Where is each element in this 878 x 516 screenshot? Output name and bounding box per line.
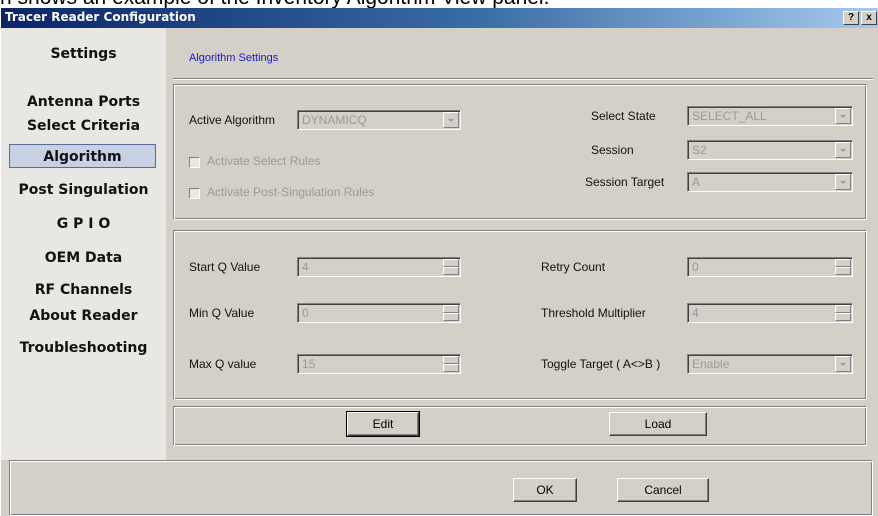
sidebar-item-oem-data[interactable]: OEM Data — [1, 246, 166, 270]
activate-post-singulation-rules-label: Activate Post-Singulation Rules — [207, 185, 375, 199]
retry-count-label: Retry Count — [541, 260, 606, 274]
footer-bar — [9, 460, 873, 516]
sidebar-item-algorithm[interactable]: Algorithm — [9, 144, 156, 168]
spinner-up-icon[interactable] — [443, 305, 459, 313]
sidebar-nav: Settings Antenna Ports Select Criteria A… — [1, 28, 166, 460]
start-q-label: Start Q Value — [189, 260, 261, 274]
window-title: Tracer Reader Configuration — [5, 10, 196, 24]
max-q-spinner[interactable]: 15 — [297, 354, 461, 374]
algorithm-settings-link[interactable]: Algorithm Settings — [189, 52, 278, 64]
spinner-down-icon[interactable] — [443, 267, 459, 275]
title-bar: Tracer Reader Configuration ? x — [1, 8, 878, 28]
chevron-down-icon[interactable] — [835, 174, 851, 190]
sidebar-item-settings[interactable]: Settings — [1, 42, 166, 66]
ok-button[interactable]: OK — [513, 478, 577, 502]
session-select[interactable]: S2 — [687, 140, 853, 160]
spinner-up-icon[interactable] — [443, 356, 459, 364]
active-algorithm-value: DYNAMICQ — [302, 113, 367, 127]
session-label: Session — [591, 143, 634, 157]
spinner-down-icon[interactable] — [443, 313, 459, 321]
document-caption: n shows an example of the Inventory Algo… — [0, 0, 878, 8]
min-q-value: 0 — [302, 306, 309, 320]
toggle-target-label: Toggle Target ( A<>B ) — [541, 357, 661, 371]
start-q-value: 4 — [302, 260, 309, 274]
actions-group — [173, 406, 867, 446]
threshold-multiplier-value: 4 — [692, 306, 699, 320]
retry-count-value: 0 — [692, 260, 699, 274]
activate-post-singulation-rules-checkbox[interactable] — [189, 188, 200, 199]
edit-button[interactable]: Edit — [346, 411, 420, 437]
select-state-label: Select State — [591, 109, 656, 123]
load-button[interactable]: Load — [609, 412, 707, 436]
toggle-target-select[interactable]: Enable — [687, 354, 853, 374]
close-button[interactable]: x — [861, 11, 877, 25]
chevron-down-icon[interactable] — [835, 142, 851, 158]
session-value: S2 — [692, 143, 707, 157]
spinner-up-icon[interactable] — [835, 259, 851, 267]
start-q-spinner[interactable]: 4 — [297, 257, 461, 277]
sidebar-item-select-criteria[interactable]: Select Criteria — [1, 114, 166, 138]
chevron-down-icon[interactable] — [835, 356, 851, 372]
chevron-down-icon[interactable] — [835, 108, 851, 124]
sidebar-item-about-reader[interactable]: About Reader — [1, 304, 166, 328]
active-algorithm-select[interactable]: DYNAMICQ — [297, 110, 461, 130]
sidebar-item-rf-channels[interactable]: RF Channels — [1, 278, 166, 302]
min-q-label: Min Q Value — [189, 306, 255, 320]
session-target-label: Session Target — [585, 175, 665, 189]
session-target-select[interactable]: A — [687, 172, 853, 192]
min-q-spinner[interactable]: 0 — [297, 303, 461, 323]
activate-select-rules-label: Activate Select Rules — [207, 154, 321, 168]
select-state-select[interactable]: SELECT_ALL — [687, 106, 853, 126]
sidebar-item-antenna-ports[interactable]: Antenna Ports — [1, 90, 166, 114]
retry-count-spinner[interactable]: 0 — [687, 257, 853, 277]
spinner-down-icon[interactable] — [835, 313, 851, 321]
chevron-down-icon[interactable] — [443, 112, 459, 128]
sidebar-item-post-singulation[interactable]: Post Singulation — [1, 178, 166, 202]
cancel-button[interactable]: Cancel — [617, 478, 709, 502]
session-target-value: A — [692, 175, 701, 189]
sidebar-item-gpio[interactable]: G P I O — [1, 212, 166, 236]
config-dialog: Tracer Reader Configuration ? x Settings… — [0, 8, 878, 516]
spinner-up-icon[interactable] — [835, 305, 851, 313]
spinner-down-icon[interactable] — [443, 364, 459, 372]
threshold-multiplier-label: Threshold Multiplier — [541, 306, 646, 320]
activate-select-rules-checkbox[interactable] — [189, 157, 200, 168]
help-button[interactable]: ? — [843, 11, 859, 25]
threshold-multiplier-spinner[interactable]: 4 — [687, 303, 853, 323]
max-q-value: 15 — [302, 357, 316, 371]
section-divider — [173, 78, 873, 80]
select-state-value: SELECT_ALL — [692, 109, 767, 123]
active-algorithm-label: Active Algorithm — [189, 113, 276, 127]
spinner-up-icon[interactable] — [443, 259, 459, 267]
toggle-target-value: Enable — [692, 357, 730, 371]
max-q-label: Max Q value — [189, 357, 257, 371]
spinner-down-icon[interactable] — [835, 267, 851, 275]
sidebar-item-troubleshooting[interactable]: Troubleshooting — [1, 336, 166, 360]
